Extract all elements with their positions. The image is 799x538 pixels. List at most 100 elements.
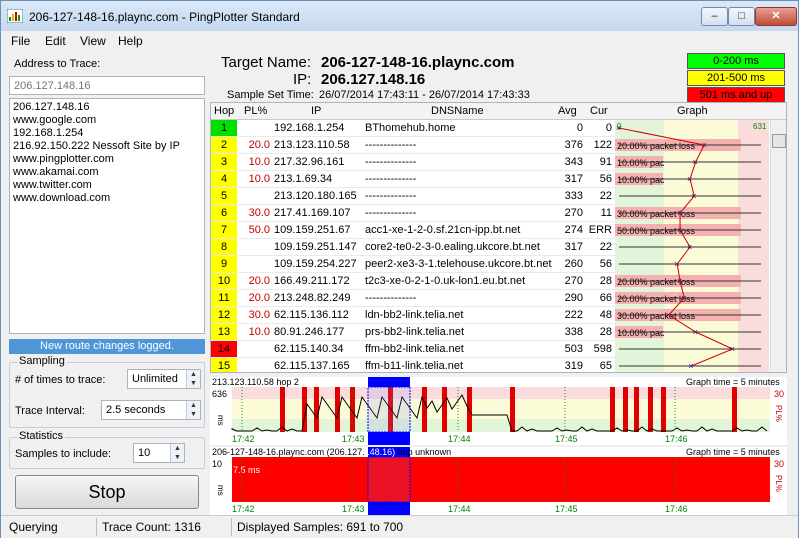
hop-cell: 13 bbox=[211, 324, 237, 340]
dns-cell: -------------- bbox=[365, 156, 417, 168]
list-item[interactable]: www.download.com bbox=[13, 192, 201, 205]
times-to-trace-select[interactable]: Unlimited ▲ ▼ bbox=[127, 369, 201, 389]
column-header-pl[interactable]: PL% bbox=[244, 105, 267, 117]
hop-cell: 1 bbox=[211, 120, 237, 136]
avg-cell: 290 bbox=[564, 292, 583, 304]
window-title: 206-127-148-16.plaync.com - PingPlotter … bbox=[29, 10, 300, 24]
packet-loss-spike bbox=[280, 387, 285, 432]
dns-cell: ffm-bb2-link.telia.net bbox=[365, 343, 464, 355]
list-item[interactable]: www.akamai.com bbox=[13, 166, 201, 179]
menu-file[interactable]: File bbox=[11, 34, 30, 48]
ip-value: 206.127.148.16 bbox=[321, 71, 426, 88]
maximize-button[interactable]: □ bbox=[728, 7, 755, 26]
pl-cell: 30.0 bbox=[248, 207, 270, 219]
scrollbar-thumb[interactable] bbox=[772, 134, 786, 148]
ip-cell: 62.115.137.165 bbox=[274, 360, 350, 372]
hop-cell: 11 bbox=[211, 290, 237, 306]
hop-cell: 9 bbox=[211, 256, 237, 272]
selected-range bbox=[367, 386, 411, 433]
list-item[interactable]: 206.127.148.16 bbox=[13, 101, 201, 114]
cur-cell: 91 bbox=[599, 156, 612, 168]
sampling-title: Sampling bbox=[17, 355, 67, 367]
ip-label: IP: bbox=[293, 71, 312, 88]
list-item[interactable]: 192.168.1.254 bbox=[13, 127, 201, 140]
close-button[interactable]: ✕ bbox=[755, 7, 797, 26]
latency-graph-column: 0 631×20.00% packet loss ×10.00% pac ×10.00… bbox=[615, 120, 769, 372]
avg-cell: 319 bbox=[564, 360, 583, 372]
graph-red-zone bbox=[232, 387, 770, 399]
spin-arrows-icon[interactable]: ▲ ▼ bbox=[170, 444, 184, 462]
x-axis-tick-label: 17:42 bbox=[232, 504, 255, 514]
ip-cell: 213.248.82.249 bbox=[274, 292, 351, 304]
cur-cell: ERR bbox=[588, 224, 612, 236]
avg-cell: 270 bbox=[564, 207, 583, 219]
packet-loss-spike bbox=[510, 387, 515, 432]
graph-time-label: Graph time = 5 minutes bbox=[686, 377, 780, 387]
times-label: # of times to trace: bbox=[15, 374, 106, 386]
y-axis-max-label: 636 bbox=[212, 389, 227, 399]
cur-cell: 122 bbox=[593, 139, 612, 151]
ip-cell: 213.123.110.58 bbox=[274, 139, 350, 151]
pl-cell: 10.0 bbox=[248, 173, 270, 185]
column-header-cur[interactable]: Cur bbox=[590, 105, 608, 117]
ip-cell: 213.1.69.34 bbox=[274, 173, 333, 185]
minimize-button[interactable]: – bbox=[701, 7, 728, 26]
trace-history-list[interactable]: 206.127.148.16 www.google.com 192.168.1.… bbox=[9, 98, 205, 334]
avg-cell: 270 bbox=[564, 275, 583, 287]
menu-view[interactable]: View bbox=[80, 34, 106, 48]
list-item[interactable]: www.pingplotter.com bbox=[13, 153, 201, 166]
x-axis-tick-label: 17:44 bbox=[448, 504, 471, 514]
column-header-hop[interactable]: Hop bbox=[214, 105, 234, 117]
route-change-banner[interactable]: New route changes logged. bbox=[9, 339, 205, 354]
hop-2-history-graph[interactable]: 213.123.110.58 hop 2 Graph time = 5 minut… bbox=[210, 377, 787, 445]
packet-loss-spike bbox=[634, 387, 639, 432]
column-header-ip[interactable]: IP bbox=[311, 105, 321, 117]
column-header-dnsname[interactable]: DNSName bbox=[431, 105, 484, 117]
avg-cell: 317 bbox=[564, 173, 583, 185]
list-item[interactable]: www.google.com bbox=[13, 114, 201, 127]
dns-cell: -------------- bbox=[365, 292, 417, 304]
hop-cell: 2 bbox=[211, 137, 237, 153]
main-window: 206-127-148-16.plaync.com - PingPlotter … bbox=[0, 0, 799, 538]
hop-cell: 7 bbox=[211, 222, 237, 238]
cur-cell: 56 bbox=[599, 258, 612, 270]
menu-edit[interactable]: Edit bbox=[45, 34, 66, 48]
graph-max-label: 631 bbox=[753, 122, 767, 131]
packet-loss-spike bbox=[610, 387, 615, 432]
samples-to-include-value: 10 bbox=[138, 447, 151, 459]
column-header-graph[interactable]: Graph bbox=[677, 105, 708, 117]
graph-title: 213.123.110.58 hop 2 bbox=[212, 377, 299, 387]
title-bar[interactable]: 206-127-148-16.plaync.com - PingPlotter … bbox=[1, 1, 798, 31]
y-axis-unit-label: ms bbox=[216, 485, 225, 496]
avg-cell: 503 bbox=[564, 343, 583, 355]
x-axis-tick-label: 17:43 bbox=[342, 434, 365, 444]
column-header-avg[interactable]: Avg bbox=[558, 105, 577, 117]
samples-to-include-stepper[interactable]: 10 ▲ ▼ bbox=[133, 443, 185, 463]
cur-cell: 65 bbox=[599, 360, 612, 372]
x-axis-tick-label: 17:45 bbox=[555, 504, 578, 514]
packet-loss-spike bbox=[422, 387, 427, 432]
graph-title: 206-127-148-16.plaync.com (206.127.148.1… bbox=[212, 447, 451, 457]
status-bar: Querying Trace Count: 1316 Displayed Sam… bbox=[1, 515, 798, 538]
hop-cell: 6 bbox=[211, 205, 237, 221]
dns-cell: -------------- bbox=[365, 139, 417, 151]
list-item[interactable]: 216.92.150.222 Nessoft Site by IP bbox=[13, 140, 201, 153]
target-history-graph[interactable]: 206-127-148-16.plaync.com (206.127.148.1… bbox=[210, 447, 787, 515]
spin-arrows-icon[interactable]: ▲ ▼ bbox=[186, 370, 200, 388]
pl-cell: 10.0 bbox=[248, 326, 270, 338]
cur-cell: 66 bbox=[599, 292, 612, 304]
menu-help[interactable]: Help bbox=[118, 34, 143, 48]
list-item[interactable]: www.twitter.com bbox=[13, 179, 201, 192]
spin-arrows-icon[interactable]: ▲ ▼ bbox=[186, 401, 200, 419]
stop-button[interactable]: Stop bbox=[15, 475, 199, 509]
address-input[interactable] bbox=[9, 76, 205, 95]
menu-bar: File Edit View Help bbox=[1, 31, 798, 51]
x-axis-tick-label: 17:45 bbox=[555, 434, 578, 444]
dns-cell: -------------- bbox=[365, 190, 417, 202]
vertical-scrollbar[interactable] bbox=[770, 120, 786, 372]
trace-interval-select[interactable]: 2.5 seconds ▲ ▼ bbox=[101, 400, 201, 420]
packet-loss-fill bbox=[232, 457, 770, 502]
sample-set-time-value: 26/07/2014 17:43:11 - 26/07/2014 17:43:3… bbox=[319, 89, 530, 101]
trace-interval-value: 2.5 seconds bbox=[106, 404, 166, 416]
y-axis-max-label: 10 bbox=[212, 459, 222, 469]
